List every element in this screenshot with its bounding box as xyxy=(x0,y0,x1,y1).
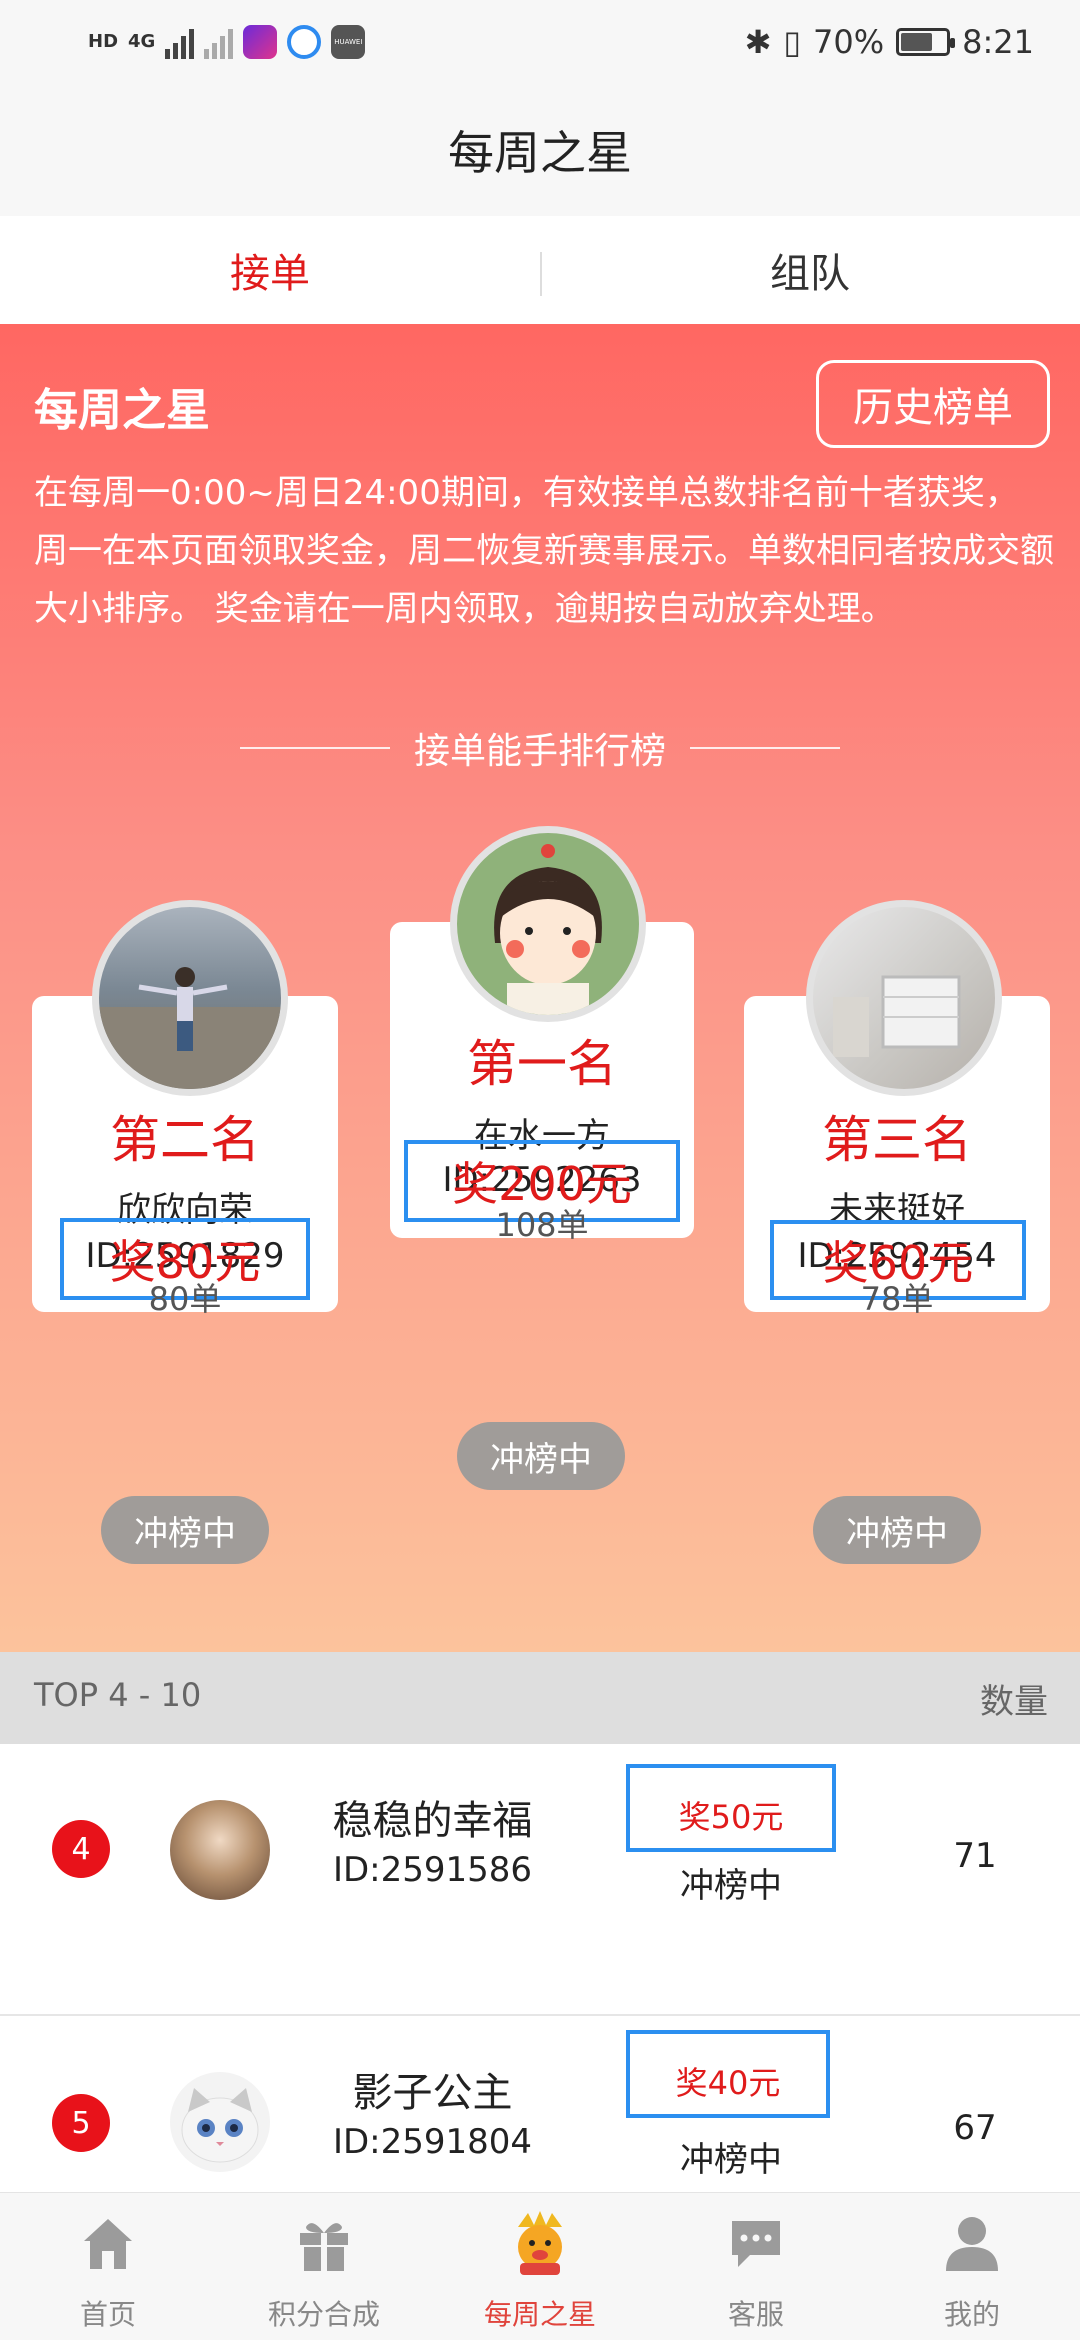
rules-description: 在每周一0:00~周日24:00期间，有效接单总数排名前十者获奖， 周一在本页面… xyxy=(34,473,1054,629)
count-column-header: 数量 xyxy=(980,1682,1048,1722)
table-row[interactable]: 4 稳稳的幸福 ID:2591586 奖50元 冲榜中 71 xyxy=(0,1744,1080,2016)
avatar xyxy=(170,2072,270,2172)
gift-icon xyxy=(288,2207,360,2279)
nav-label: 首页 xyxy=(79,2298,136,2331)
winner-avatar-second xyxy=(92,900,288,1096)
nav-item-points[interactable]: 积分合成 xyxy=(216,2193,432,2340)
nav-label: 客服 xyxy=(727,2298,784,2331)
nav-item-home[interactable]: 首页 xyxy=(0,2193,216,2340)
page-header: 每周之星 xyxy=(0,84,1080,216)
home-icon xyxy=(72,2207,144,2279)
top-list-header: TOP 4 - 10 数量 xyxy=(0,1652,1080,1744)
hd-indicator: HD xyxy=(88,31,119,52)
battery-percent: 70% xyxy=(813,23,885,61)
status-bar-left: HD 4G HUAWEI xyxy=(88,14,366,70)
nav-item-service[interactable]: 客服 xyxy=(648,2193,864,2340)
signal-strength-secondary-icon xyxy=(204,25,234,59)
order-count: 108单 xyxy=(495,1206,589,1244)
user-name: 稳稳的幸福 xyxy=(332,1798,533,1844)
status-bar: HD 4G HUAWEI ✱ ▯ 70% 8:21 xyxy=(0,0,1080,84)
history-ranking-button[interactable]: 历史榜单 xyxy=(816,360,1050,448)
tab-team[interactable]: 组队 xyxy=(540,216,1080,324)
rank-label: 第三名 xyxy=(822,1111,972,1169)
bluetooth-icon: ✱ xyxy=(744,23,772,61)
avatar xyxy=(170,1800,270,1900)
order-count: 78单 xyxy=(860,1280,934,1318)
user-name: 影子公主 xyxy=(352,2070,513,2116)
status-pill-third: 冲榜中 xyxy=(813,1496,981,1564)
banner-title: 每周之星 xyxy=(34,385,210,436)
status-pill-first: 冲榜中 xyxy=(457,1422,625,1490)
user-icon xyxy=(936,2207,1008,2279)
divider-line-left xyxy=(239,747,390,749)
photo-person-icon xyxy=(99,967,281,1089)
signal-strength-icon xyxy=(165,25,195,59)
nav-label: 我的 xyxy=(943,2298,1000,2331)
row-status: 冲榜中 xyxy=(680,2140,782,2180)
battery-icon xyxy=(896,28,956,56)
user-id: ID:2591586 xyxy=(332,1850,533,1890)
vibrate-icon: ▯ xyxy=(783,23,802,61)
huawei-app-icon: HUAWEI xyxy=(331,25,366,59)
order-count: 71 xyxy=(953,1836,997,1876)
rank-badge: 5 xyxy=(52,2094,110,2152)
top-list-title: TOP 4 - 10 xyxy=(34,1676,202,1714)
tab-orders[interactable]: 接单 xyxy=(0,216,540,324)
row-status: 冲榜中 xyxy=(680,1866,782,1906)
rank-label: 第二名 xyxy=(110,1111,260,1169)
order-count: 80单 xyxy=(148,1280,222,1318)
nav-item-weekly-star[interactable]: 每周之星 xyxy=(432,2193,648,2340)
network-type: 4G xyxy=(128,31,156,52)
ranking-heading: 接单能手排行榜 xyxy=(0,722,1080,774)
status-pill-second: 冲榜中 xyxy=(101,1496,269,1564)
rank-label: 第一名 xyxy=(467,1035,617,1093)
weekly-star-banner: 每周之星 历史榜单 在每周一0:00~周日24:00期间，有效接单总数排名前十者… xyxy=(0,324,1080,1652)
chat-icon xyxy=(720,2207,792,2279)
winner-avatar-third xyxy=(806,900,1002,1096)
page-title: 每周之星 xyxy=(448,126,632,180)
mascot-icon xyxy=(504,2207,576,2279)
ranking-title: 接单能手排行榜 xyxy=(413,731,666,772)
winner-avatar-first xyxy=(450,826,646,1022)
status-bar-right: ✱ ▯ 70% 8:21 xyxy=(745,14,1034,70)
rank-badge: 4 xyxy=(52,1820,110,1878)
browser-app-icon xyxy=(287,25,322,59)
nav-label: 每周之星 xyxy=(483,2298,596,2331)
nav-label: 积分合成 xyxy=(267,2298,380,2331)
battery-level xyxy=(901,33,932,51)
bottom-navigation: 首页 积分合成 每周之星 客服 我的 xyxy=(0,2192,1080,2340)
photo-room-icon xyxy=(833,975,961,1057)
clock: 8:21 xyxy=(962,23,1034,61)
tab-divider xyxy=(540,252,542,296)
prize-amount: 奖50元 xyxy=(626,1764,836,1852)
cartoon-girl-icon xyxy=(494,844,602,1015)
divider-line-right xyxy=(690,747,840,749)
cat-avatar-icon xyxy=(181,2088,259,2163)
video-app-icon xyxy=(243,25,278,59)
order-count: 67 xyxy=(953,2108,997,2148)
nav-item-profile[interactable]: 我的 xyxy=(864,2193,1080,2340)
user-id: ID:2591804 xyxy=(332,2122,533,2162)
prize-amount: 奖40元 xyxy=(626,2030,830,2118)
tab-bar: 接单 组队 xyxy=(0,216,1080,324)
